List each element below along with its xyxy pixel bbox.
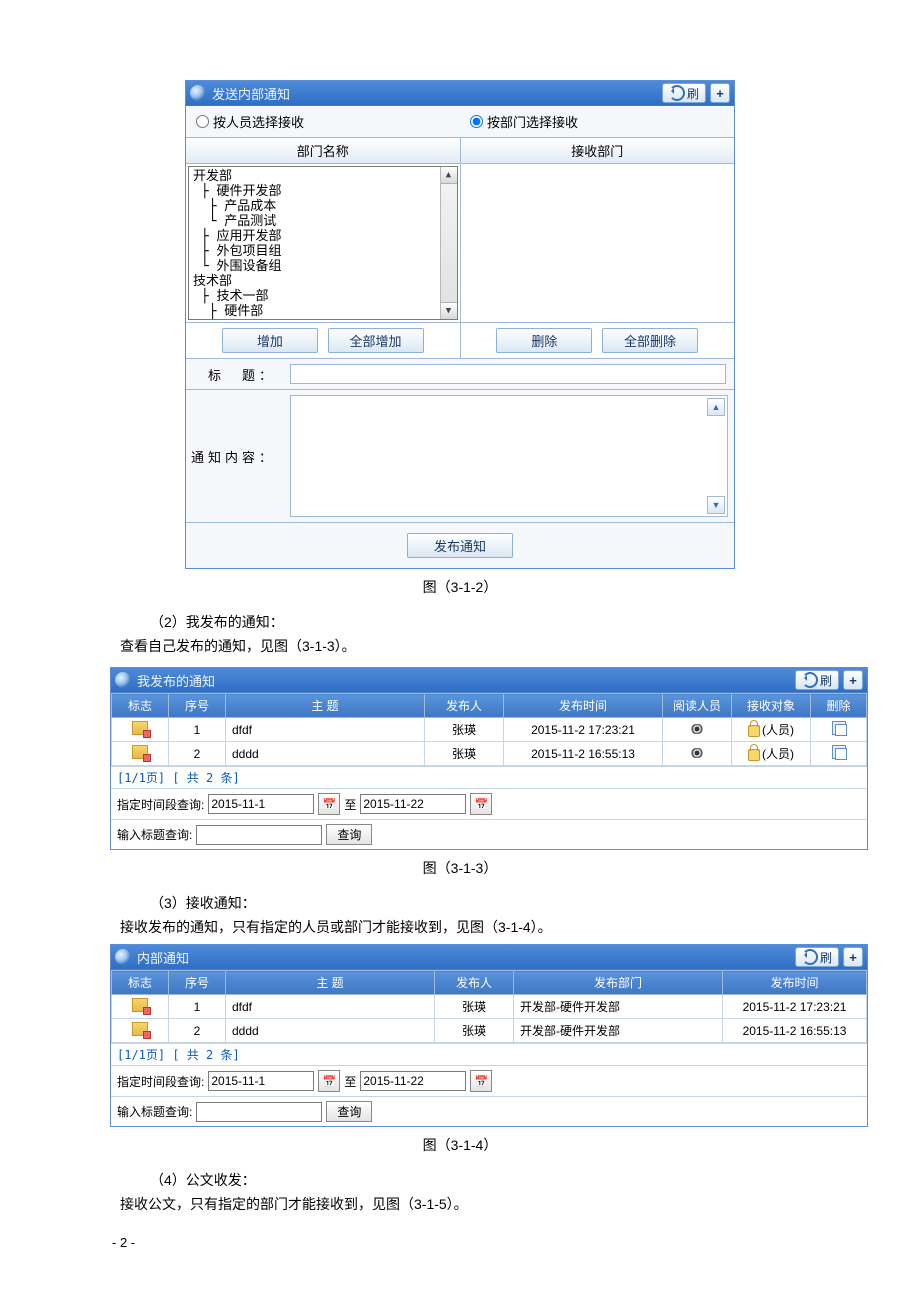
flag-icon: [132, 998, 148, 1012]
table-row[interactable]: 2 dddd 张瑛 开发部-硬件开发部 2015-11-2 16:55:13: [112, 1019, 867, 1043]
refresh-icon: [669, 85, 685, 101]
date-from-input[interactable]: [208, 794, 314, 814]
figure-caption-2: 图（3-1-3）: [0, 858, 920, 878]
delete-button[interactable]: 删除: [496, 328, 592, 353]
calendar-icon[interactable]: 📅: [318, 1070, 340, 1092]
flag-icon: [132, 721, 148, 735]
table-row[interactable]: 1 dfdf 张瑛 2015-11-2 17:23:21 (人员): [112, 718, 867, 742]
delete-icon[interactable]: [832, 745, 846, 759]
query-button[interactable]: 查询: [326, 1101, 372, 1122]
dept-tree[interactable]: 开发部 ├ 硬件开发部 ├ 产品成本 └ 产品测试 ├ 应用开发部 ├ 外包项目…: [188, 166, 458, 320]
refresh-button[interactable]: 刷: [795, 670, 839, 690]
globe-icon: [190, 85, 206, 101]
lock-icon: [748, 749, 760, 761]
publish-button[interactable]: 发布通知: [407, 533, 513, 558]
refresh-button[interactable]: 刷: [662, 83, 706, 103]
query-button[interactable]: 查询: [326, 824, 372, 845]
flag-icon: [132, 1022, 148, 1036]
recv-dept-list: [461, 164, 735, 322]
pager: [1/1页] [ 共 2 条]: [111, 766, 867, 788]
eye-icon[interactable]: [689, 748, 705, 758]
col-recv-dept: 接收部门: [461, 138, 735, 163]
figure-caption-3: 图（3-1-4）: [0, 1135, 920, 1155]
section-3-title: （3）接收通知：: [150, 892, 810, 914]
add-button[interactable]: 增加: [222, 328, 318, 353]
panel1-title: 发送内部通知: [212, 84, 662, 103]
globe-icon: [115, 949, 131, 965]
spin-down-icon[interactable]: ▼: [707, 496, 725, 514]
title-search-input[interactable]: [196, 1102, 322, 1122]
published-grid: 标志 序号 主 题 发布人 发布时间 阅读人员 接收对象 删除 1 dfdf 张…: [111, 693, 867, 766]
plus-button[interactable]: +: [710, 83, 730, 103]
date-to-input[interactable]: [360, 1071, 466, 1091]
delete-icon[interactable]: [832, 721, 846, 735]
calendar-icon[interactable]: 📅: [470, 1070, 492, 1092]
add-all-button[interactable]: 全部增加: [328, 328, 424, 353]
eye-icon[interactable]: [689, 724, 705, 734]
spin-up-icon[interactable]: ▲: [707, 398, 725, 416]
panel1-titlebar: 发送内部通知 刷 +: [186, 81, 734, 106]
content-label: 通知内容：: [186, 390, 282, 522]
title-label: 标 题：: [186, 359, 282, 389]
refresh-icon: [802, 949, 818, 965]
date-search-label: 指定时间段查询:: [117, 796, 204, 813]
date-from-input[interactable]: [208, 1071, 314, 1091]
section-2-title: （2）我发布的通知：: [150, 611, 810, 633]
panel3-title: 内部通知: [137, 948, 795, 967]
content-textarea[interactable]: ▲ ▼: [290, 395, 728, 517]
globe-icon: [115, 672, 131, 688]
title-search-label: 输入标题查询:: [117, 1103, 192, 1120]
page-number: - 2 -: [112, 1235, 920, 1250]
calendar-icon[interactable]: 📅: [470, 793, 492, 815]
plus-button[interactable]: +: [843, 947, 863, 967]
title-input[interactable]: [290, 364, 726, 384]
my-published-panel: 我发布的通知 刷 + 标志 序号 主 题 发布人 发布时间 阅读人员 接收对象 …: [110, 667, 868, 850]
section-4-title: （4）公文收发：: [150, 1169, 810, 1191]
refresh-icon: [802, 672, 818, 688]
scrollbar[interactable]: ▲▼: [440, 167, 457, 319]
col-dept-name: 部门名称: [186, 138, 461, 163]
section-3-body: 接收发布的通知，只有指定的人员或部门才能接收到，见图（3-1-4）。: [120, 916, 810, 938]
refresh-button[interactable]: 刷: [795, 947, 839, 967]
figure-caption-1: 图（3-1-2）: [0, 577, 920, 597]
table-row[interactable]: 2 dddd 张瑛 2015-11-2 16:55:13 (人员): [112, 742, 867, 766]
notice-grid: 标志 序号 主 题 发布人 发布部门 发布时间 1 dfdf 张瑛 开发部-硬件…: [111, 970, 867, 1043]
calendar-icon[interactable]: 📅: [318, 793, 340, 815]
date-search-label: 指定时间段查询:: [117, 1073, 204, 1090]
internal-notice-panel: 内部通知 刷 + 标志 序号 主 题 发布人 发布部门 发布时间 1 dfdf …: [110, 944, 868, 1127]
radio-by-person[interactable]: 按人员选择接收: [196, 112, 450, 131]
title-search-label: 输入标题查询:: [117, 826, 192, 843]
pager: [1/1页] [ 共 2 条]: [111, 1043, 867, 1065]
plus-button[interactable]: +: [843, 670, 863, 690]
flag-icon: [132, 745, 148, 759]
section-4-body: 接收公文，只有指定的部门才能接收到，见图（3-1-5）。: [120, 1193, 810, 1215]
lock-icon: [748, 725, 760, 737]
delete-all-button[interactable]: 全部删除: [602, 328, 698, 353]
send-notice-panel: 发送内部通知 刷 + 按人员选择接收 按部门选择接收 部门名称 接收部门 开发部…: [185, 80, 735, 569]
title-search-input[interactable]: [196, 825, 322, 845]
date-to-input[interactable]: [360, 794, 466, 814]
section-2-body: 查看自己发布的通知，见图（3-1-3）。: [120, 635, 810, 657]
table-row[interactable]: 1 dfdf 张瑛 开发部-硬件开发部 2015-11-2 17:23:21: [112, 995, 867, 1019]
panel2-title: 我发布的通知: [137, 671, 795, 690]
radio-by-dept[interactable]: 按部门选择接收: [470, 112, 724, 131]
